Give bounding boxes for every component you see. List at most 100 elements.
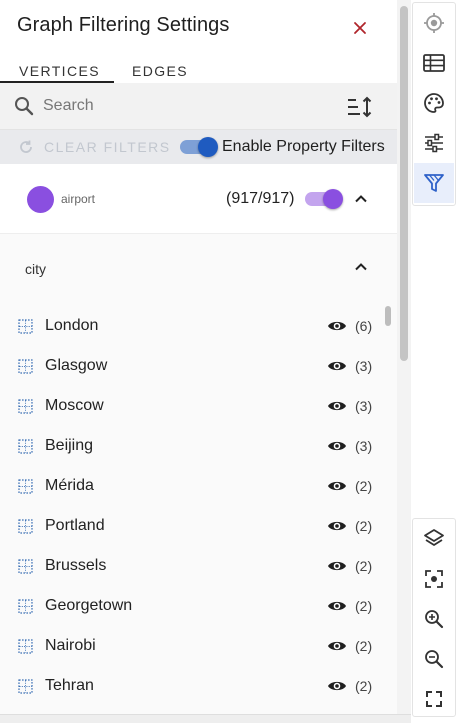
property-value-label: Tehran (45, 677, 94, 694)
eye-icon (328, 321, 346, 331)
value-type-icon (18, 599, 33, 614)
sort-icon (348, 96, 372, 118)
chevron-up-icon (355, 195, 367, 203)
value-visibility-button[interactable] (327, 639, 347, 653)
property-value-row[interactable]: London (6) (0, 306, 380, 346)
panel-header: Graph Filtering Settings (0, 0, 397, 56)
value-type-icon (18, 319, 33, 334)
vertex-count: (917/917) (226, 190, 295, 207)
right-toolbar (412, 0, 456, 723)
fullscreen-button[interactable] (414, 679, 454, 719)
vertex-collapse-button[interactable] (352, 190, 370, 208)
toggle-thumb (323, 189, 343, 209)
refresh-icon (20, 140, 32, 153)
panel-title: Graph Filtering Settings (17, 14, 230, 36)
property-value-row[interactable]: Nairobi (2) (0, 626, 380, 666)
style-button[interactable] (414, 83, 454, 123)
vertex-visibility-toggle[interactable] (305, 187, 345, 211)
locate-button[interactable] (414, 3, 454, 43)
search-bar (0, 83, 397, 130)
value-visibility-button[interactable] (327, 559, 347, 573)
property-values-list: London (6) Glasgow (3) Moscow (3) Beijing (3) Mé… (0, 306, 397, 723)
value-visibility-button[interactable] (327, 519, 347, 533)
tab-edges[interactable]: Edges (132, 63, 188, 79)
focus-button[interactable] (414, 559, 454, 599)
graph-filtering-panel: Graph Filtering Settings Vertices Edges (0, 0, 397, 723)
property-filters-toggle[interactable] (180, 135, 220, 159)
property-value-count: (2) (355, 678, 373, 694)
layers-icon (424, 529, 444, 546)
property-name: city (25, 261, 46, 277)
toggle-thumb (198, 137, 218, 157)
eye-icon (328, 561, 346, 571)
value-type-icon (18, 679, 33, 694)
clear-filters-button[interactable]: CLEAR FILTERS (18, 130, 171, 164)
search-icon (15, 97, 34, 116)
property-collapse-button[interactable] (352, 258, 370, 276)
property-filters-label: Enable Property Filters (222, 138, 385, 155)
vertex-type-label: airport (61, 192, 96, 206)
property-value-count: (2) (355, 598, 373, 614)
property-value-label: Portland (45, 517, 105, 534)
property-value-row[interactable]: Beijing (3) (0, 426, 380, 466)
eye-icon (328, 361, 346, 371)
search-input[interactable] (43, 93, 323, 119)
value-type-icon (18, 639, 33, 654)
value-visibility-button[interactable] (327, 359, 347, 373)
value-visibility-button[interactable] (327, 599, 347, 613)
chevron-up-icon (355, 263, 367, 271)
property-value-count: (2) (355, 638, 373, 654)
value-visibility-button[interactable] (327, 439, 347, 453)
eye-icon (328, 601, 346, 611)
toolbar-top-group (412, 2, 456, 206)
zoom-in-icon (425, 610, 444, 629)
zoom-out-button[interactable] (414, 639, 454, 679)
eye-icon (328, 401, 346, 411)
property-value-row[interactable]: Mérida (2) (0, 466, 380, 506)
property-value-row[interactable]: Tehran (2) (0, 666, 380, 706)
vertex-color-swatch (27, 186, 54, 213)
eye-icon (328, 641, 346, 651)
filter-icon (424, 174, 444, 192)
property-header[interactable]: city (0, 234, 397, 300)
close-button[interactable] (346, 14, 374, 42)
property-value-row[interactable]: Portland (2) (0, 506, 380, 546)
value-visibility-button[interactable] (327, 399, 347, 413)
property-value-label: Nairobi (45, 637, 96, 654)
fullscreen-icon (426, 691, 442, 707)
panel-scrollbar-thumb[interactable] (400, 6, 408, 361)
property-value-label: Mérida (45, 477, 94, 494)
table-button[interactable] (414, 43, 454, 83)
eye-icon (328, 441, 346, 451)
panel-scrollbar[interactable] (397, 0, 411, 723)
property-value-label: Glasgow (45, 357, 108, 374)
zoom-in-button[interactable] (414, 599, 454, 639)
filter-button[interactable] (414, 163, 454, 203)
zoom-out-icon (425, 650, 444, 669)
value-visibility-button[interactable] (327, 679, 347, 693)
sliders-icon (425, 133, 443, 153)
property-value-count: (2) (355, 478, 373, 494)
tab-vertices[interactable]: Vertices (19, 63, 100, 79)
property-value-row[interactable]: Moscow (3) (0, 386, 380, 426)
layers-button[interactable] (414, 519, 454, 559)
locate-icon (424, 13, 444, 33)
values-scrollbar-thumb[interactable] (385, 306, 391, 326)
settings-button[interactable] (414, 123, 454, 163)
property-value-row[interactable]: Brussels (2) (0, 546, 380, 586)
property-value-label: Georgetown (45, 597, 133, 614)
focus-icon (425, 570, 443, 588)
palette-icon (424, 93, 444, 113)
value-type-icon (18, 559, 33, 574)
property-value-row[interactable]: Glasgow (3) (0, 346, 380, 386)
eye-icon (328, 681, 346, 691)
values-scrollbar[interactable] (384, 306, 392, 723)
eye-icon (328, 481, 346, 491)
close-icon (354, 22, 366, 34)
sort-button[interactable] (345, 94, 373, 120)
clear-filters-label: CLEAR FILTERS (44, 139, 171, 155)
value-type-icon (18, 359, 33, 374)
value-visibility-button[interactable] (327, 479, 347, 493)
value-visibility-button[interactable] (327, 319, 347, 333)
property-value-row[interactable]: Georgetown (2) (0, 586, 380, 626)
